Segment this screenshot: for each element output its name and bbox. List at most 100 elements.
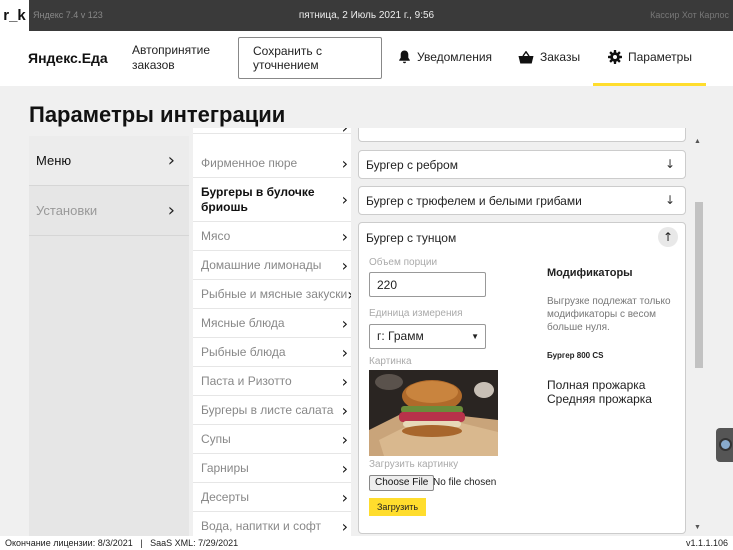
settings-sidebar: Меню › Установки › [29, 136, 189, 536]
category-item[interactable]: Гарниры › [193, 454, 351, 483]
gear-icon [608, 50, 622, 64]
unit-select-value: г: Грамм [377, 329, 424, 343]
sidebar-item-label: Меню [36, 153, 72, 168]
category-label: Мясные блюда [201, 316, 285, 330]
category-item[interactable]: Рыбные и мясные закуски › [193, 280, 351, 309]
orders-tab[interactable]: Заказы [518, 50, 580, 64]
product-card[interactable]: Бургер с ребром ↓ [358, 150, 686, 179]
chevron-right-icon: › [167, 150, 175, 171]
modifier-option[interactable]: Средняя прожарка [547, 392, 652, 406]
category-label: Бургеры в листе салата [201, 403, 334, 417]
category-label: Рыбные и мясные закуски [201, 287, 348, 301]
category-item[interactable]: Рыбные блюда › [193, 338, 351, 367]
caret-down-icon: ▼ [471, 332, 479, 341]
chevron-right-icon: › [342, 128, 348, 137]
scroll-up-icon[interactable]: ▲ [694, 138, 701, 145]
modifier-option[interactable]: Полная прожарка [547, 378, 645, 392]
category-label: Бургеры в булочке бриошь [201, 184, 315, 214]
chevron-right-icon: › [341, 226, 348, 246]
sidebar-item-menu[interactable]: Меню › [29, 136, 189, 186]
upload-image-label: Загрузить картинку [369, 459, 459, 470]
sidebar-item-settings[interactable]: Установки › [29, 186, 189, 236]
category-item[interactable]: Вода, напитки и софт › [193, 512, 351, 536]
portion-input[interactable] [369, 272, 486, 297]
chevron-right-icon: › [341, 342, 348, 362]
sidebar-item-label: Установки [36, 203, 98, 218]
category-item-active[interactable]: Бургеры в булочке бриошь › [193, 178, 351, 222]
basket-icon [518, 50, 534, 64]
chevron-right-icon: › [347, 285, 351, 304]
settings-tab[interactable]: Параметры [608, 50, 692, 64]
notifications-label: Уведомления [417, 50, 493, 64]
category-item[interactable]: Мясо › [193, 222, 351, 251]
category-item[interactable]: Мясные блюда › [193, 309, 351, 338]
chevron-right-icon: › [341, 400, 348, 420]
modifiers-title: Модификаторы [547, 267, 633, 279]
product-card[interactable]: Бургер с трюфелем и белыми грибами ↓ [358, 186, 686, 215]
category-item-partial[interactable]: › [193, 128, 351, 137]
scroll-down-icon[interactable]: ▼ [694, 524, 701, 531]
portion-label: Объем порции [369, 257, 438, 268]
arrow-down-icon[interactable]: ↓ [665, 157, 675, 171]
upload-button[interactable]: Загрузить [369, 498, 427, 516]
chevron-right-icon: › [341, 313, 348, 333]
helper-icon [719, 438, 732, 451]
license-info: Окончание лицензии: 8/3/2021 | SaaS XML:… [5, 538, 239, 548]
arrow-up-icon[interactable]: ↑ [658, 227, 678, 247]
category-label: Домашние лимонады [201, 258, 322, 272]
product-title: Бургер с трюфелем и белыми грибами [366, 194, 582, 208]
notifications-tab[interactable]: Уведомления [398, 50, 492, 64]
product-card-expanded: Бургер с тунцом ↑ Объем порции Единица и… [358, 222, 686, 534]
category-label: Десерты [201, 490, 250, 504]
category-label: Паста и Ризотто [201, 374, 292, 388]
status-user: Кассир Хот Карлос [650, 10, 729, 20]
scrollbar[interactable]: ▲ ▼ [694, 136, 704, 536]
file-status: No file chosen [433, 477, 497, 488]
bell-icon [398, 50, 411, 64]
product-card-partial[interactable] [358, 128, 686, 142]
unit-select[interactable]: г: Грамм ▼ [369, 324, 486, 349]
product-title: Бургер с тунцом [366, 231, 457, 245]
product-title: Бургер с ребром [366, 158, 458, 172]
auto-accept-link[interactable]: Автопринятие заказов [132, 43, 232, 73]
category-item[interactable]: Супы › [193, 425, 351, 454]
unit-label: Единица измерения [369, 308, 463, 319]
page-title: Параметры интеграции [29, 102, 286, 127]
chevron-right-icon: › [341, 458, 348, 478]
chevron-right-icon: › [341, 429, 348, 449]
status-datetime: пятница, 2 Июль 2021 г., 9:56 [298, 10, 435, 21]
modifiers-note: Выгрузке подлежат только модификаторы с … [547, 296, 671, 333]
category-label: Гарниры [201, 461, 249, 475]
category-label: Фирменное пюре [201, 156, 298, 170]
chevron-right-icon: › [341, 487, 348, 507]
category-item[interactable]: Десерты › [193, 483, 351, 512]
save-with-clarification-button[interactable]: Сохранить с уточнением [238, 37, 382, 79]
choose-file-button[interactable]: Choose File [369, 475, 435, 491]
settings-label: Параметры [628, 50, 692, 64]
category-label: Супы [201, 432, 231, 446]
chevron-right-icon: › [341, 516, 348, 536]
category-list: › Фирменное пюре › Бургеры в булочке бри… [193, 128, 351, 536]
chevron-right-icon: › [341, 255, 348, 275]
orders-label: Заказы [540, 50, 581, 64]
arrow-down-icon[interactable]: ↓ [665, 193, 675, 207]
footer: Окончание лицензии: 8/3/2021 | SaaS XML:… [0, 536, 733, 550]
version-info: v1.1.1.106 [685, 538, 728, 548]
category-item[interactable]: Фирменное пюре › [193, 149, 351, 178]
brand-title: Яндекс.Еда [28, 50, 108, 66]
category-item[interactable]: Паста и Ризотто › [193, 367, 351, 396]
chevron-right-icon: › [341, 371, 348, 391]
side-helper-tab[interactable] [716, 428, 733, 462]
scrollbar-thumb[interactable] [695, 202, 703, 368]
modifier-product-name: Бургер 800 CS [547, 351, 604, 360]
chevron-right-icon: › [167, 200, 175, 221]
product-image [369, 370, 498, 456]
category-item[interactable]: Домашние лимонады › [193, 251, 351, 280]
chevron-right-icon: › [341, 153, 348, 173]
category-item[interactable]: Бургеры в листе салата › [193, 396, 351, 425]
products-panel: Бургер с ребром ↓ Бургер с трюфелем и бе… [352, 128, 692, 536]
status-bar: r_k Яндекс 7.4 v 123 пятница, 2 Июль 202… [0, 0, 733, 31]
category-label: Мясо [201, 229, 231, 243]
category-label: Вода, напитки и софт [201, 519, 321, 533]
image-label: Картинка [369, 356, 412, 367]
